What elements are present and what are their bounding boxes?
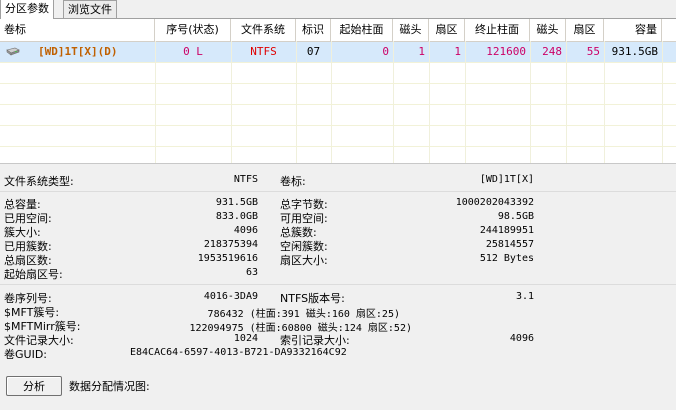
col-capacity[interactable]: 容量 [604, 19, 662, 41]
total-clusters-value: 244189951 [479, 225, 534, 236]
row-start-sector: 1 [454, 45, 461, 58]
row-end-cylinder: 121600 [486, 45, 526, 58]
index-record-size-label: 索引记录大小: [280, 334, 350, 347]
ntfs-version-label: NTFS版本号: [280, 292, 345, 305]
row-id: 07 [306, 45, 321, 58]
distribution-chart-label: 数据分配情况图: [69, 380, 150, 393]
col-start-head[interactable]: 磁头 [393, 19, 429, 41]
row-filesystem: NTFS [250, 45, 277, 58]
empty-row [0, 63, 676, 84]
start-sector-value: 63 [245, 267, 258, 278]
col-end-cylinder[interactable]: 终止柱面 [465, 19, 530, 41]
row-end-head: 248 [542, 45, 562, 58]
file-record-size-value: 1024 [233, 333, 258, 344]
col-end-sector[interactable]: 扇区 [566, 19, 604, 41]
col-end-head[interactable]: 磁头 [530, 19, 566, 41]
col-id[interactable]: 标识 [296, 19, 331, 41]
fs-type-value: NTFS [233, 174, 258, 185]
fs-type-label: 文件系统类型: [4, 175, 74, 188]
col-start-sector[interactable]: 扇区 [429, 19, 465, 41]
sector-size-value: 512 Bytes [479, 253, 534, 264]
section-divider [0, 284, 676, 285]
col-filesystem[interactable]: 文件系统 [231, 19, 296, 41]
cluster-size-value: 4096 [233, 225, 258, 236]
table-row[interactable]: [WD]1T[X](D) 0 L NTFS 07 0 1 1 121600 24… [0, 42, 676, 63]
col-start-cylinder[interactable]: 起始柱面 [331, 19, 393, 41]
mftmirr-cluster-value: 122094975 (柱面:60800 磁头:124 扇区:52) [189, 323, 412, 334]
partition-table: 卷标 序号(状态) 文件系统 标识 起始柱面 磁头 扇区 终止柱面 磁头 扇区 … [0, 19, 676, 163]
row-capacity: 931.5GB [611, 45, 658, 58]
mft-cluster-value: 786432 (柱面:391 磁头:160 扇区:25) [207, 309, 400, 320]
disk-icon [6, 47, 20, 56]
total-sectors-value: 1953519616 [197, 253, 258, 264]
index-record-size-value: 4096 [509, 333, 534, 344]
vol-label-value: [WD]1T[X] [479, 174, 534, 185]
row-start-head: 1 [418, 45, 425, 58]
empty-row [0, 126, 676, 147]
section-divider [0, 191, 676, 192]
row-start-cylinder: 0 [382, 45, 389, 58]
empty-row [0, 105, 676, 126]
total-capacity-value: 931.5GB [215, 197, 258, 208]
row-volume-label: [WD]1T[X](D) [38, 45, 118, 58]
used-space-value: 833.0GB [215, 211, 258, 222]
volume-serial-value: 4016-3DA9 [203, 291, 258, 302]
col-index-status[interactable]: 序号(状态) [155, 19, 231, 41]
tab-partition-params[interactable]: 分区参数 [0, 0, 54, 19]
volume-guid-label: 卷GUID: [4, 348, 47, 361]
used-clusters-value: 218375394 [203, 239, 258, 250]
free-clusters-value: 25814557 [485, 239, 534, 250]
volume-guid-value: E84CAC64-6597-4013-B721-DA9332164C92 [130, 347, 347, 358]
tab-bar: 分区参数 浏览文件 [0, 0, 676, 19]
empty-row [0, 84, 676, 105]
sector-size-label: 扇区大小: [280, 254, 328, 267]
table-header: 卷标 序号(状态) 文件系统 标识 起始柱面 磁头 扇区 终止柱面 磁头 扇区 … [0, 19, 676, 42]
col-volume-label[interactable]: 卷标 [0, 19, 155, 41]
start-sector-label: 起始扇区号: [4, 268, 63, 281]
free-space-value: 98.5GB [497, 211, 534, 222]
vol-label-label: 卷标: [280, 175, 306, 188]
row-index-status: 0 L [183, 45, 203, 58]
tab-browse-files[interactable]: 浏览文件 [63, 0, 117, 18]
ntfs-version-value: 3.1 [515, 291, 534, 302]
total-bytes-value: 1000202043392 [455, 197, 534, 208]
row-end-sector: 55 [586, 45, 600, 58]
analyze-button[interactable]: 分析 [6, 376, 62, 396]
